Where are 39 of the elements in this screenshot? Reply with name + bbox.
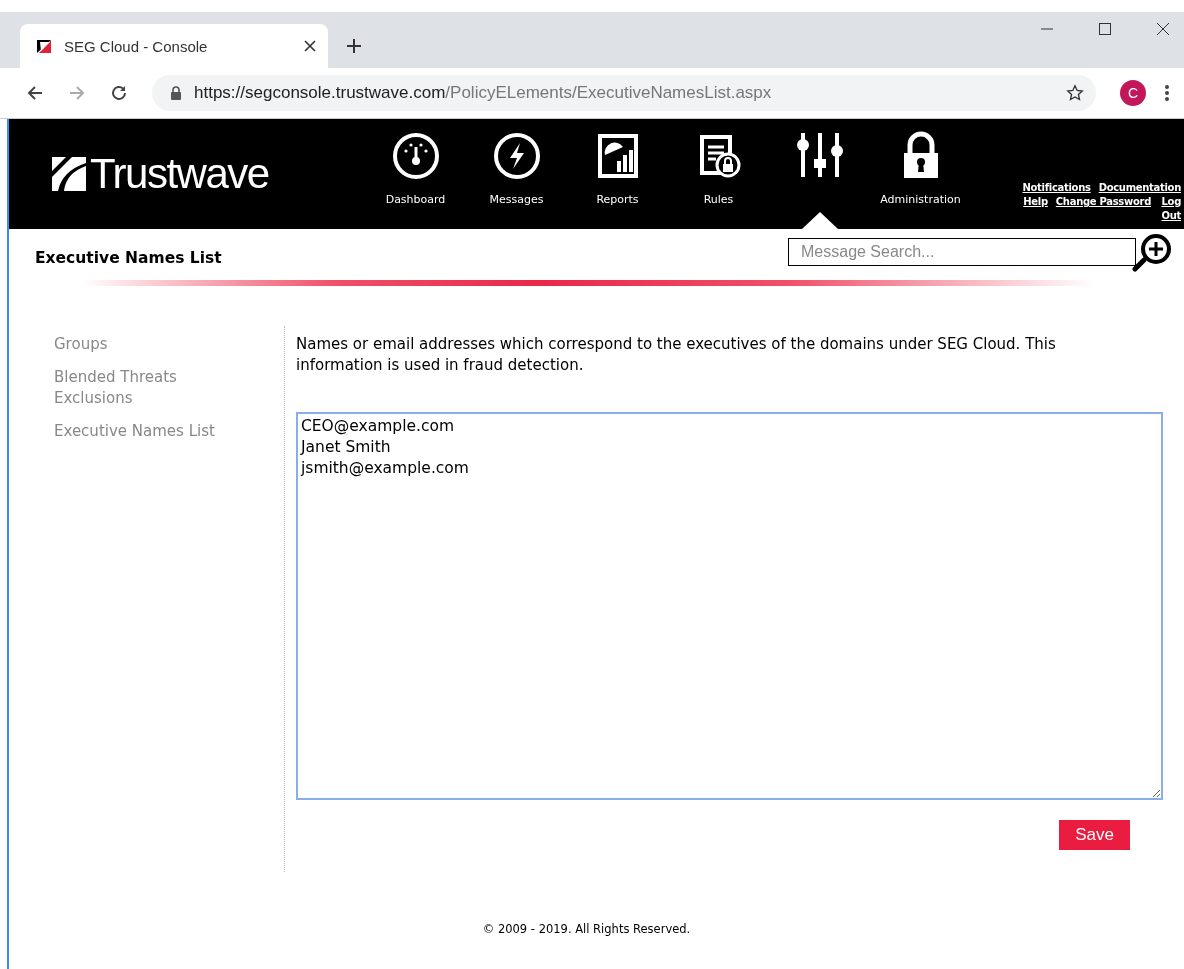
search-icon[interactable] xyxy=(1132,232,1174,274)
lock-icon xyxy=(170,86,182,100)
search-field[interactable]: Message Search... xyxy=(788,238,1136,266)
nav-item[interactable]: Messages xyxy=(466,119,567,229)
nav-item[interactable]: Dashboard xyxy=(365,119,466,229)
logo-text: Trustwave xyxy=(90,150,269,198)
url-text: https://segconsole.trustwave.com/PolicyELements/ExecutiveNamesList.aspx xyxy=(194,83,773,103)
nav-item[interactable]: Reports xyxy=(567,119,668,229)
save-button[interactable]: Save xyxy=(1059,820,1130,850)
maximize-icon[interactable] xyxy=(1098,22,1112,36)
address-bar[interactable]: https://segconsole.trustwave.com/PolicyELements/ExecutiveNamesList.aspx xyxy=(152,75,1096,111)
sidebar-item[interactable]: Blended Threats Exclusions xyxy=(54,367,234,409)
reload-icon[interactable] xyxy=(110,84,128,102)
header-link[interactable]: Change Password xyxy=(1055,195,1151,223)
new-tab-icon[interactable] xyxy=(346,38,362,54)
close-tab-icon[interactable] xyxy=(304,40,316,52)
copyright-text: © 2009 - 2019. All Rights Reserved. xyxy=(481,922,692,936)
nav-item[interactable]: Administration xyxy=(870,119,971,229)
back-icon[interactable] xyxy=(26,84,44,102)
header-link[interactable]: Documentation xyxy=(1098,181,1181,195)
lightning-icon xyxy=(491,131,542,181)
star-icon[interactable] xyxy=(1066,84,1084,102)
gauge-icon xyxy=(390,131,441,181)
sidebar-item[interactable]: Executive Names List xyxy=(54,421,234,442)
logo-icon xyxy=(52,157,86,191)
close-icon[interactable] xyxy=(1156,22,1170,36)
menu-icon[interactable] xyxy=(1164,84,1170,102)
header-link[interactable]: Notifications xyxy=(1022,181,1091,195)
tab-title: SEG Cloud - Console xyxy=(64,37,209,55)
header-link[interactable]: Log Out xyxy=(1159,195,1181,223)
header-link[interactable]: Help xyxy=(1023,195,1048,223)
favicon-icon xyxy=(36,38,52,54)
page-title: Executive Names List xyxy=(35,249,222,267)
browser-tab[interactable]: SEG Cloud - Console xyxy=(20,24,328,68)
description-text: Names or email addresses which correspond to the executives of the domains under SEG Cloud. This information is used in fraud detection. xyxy=(296,334,1057,376)
nav-item[interactable]: Rules xyxy=(668,119,769,229)
names-field[interactable]: CEO@example.com Janet Smith jsmith@example.com xyxy=(296,412,1163,800)
profile-avatar[interactable]: C xyxy=(1120,80,1146,106)
sidebar-item[interactable]: Groups xyxy=(54,334,234,355)
